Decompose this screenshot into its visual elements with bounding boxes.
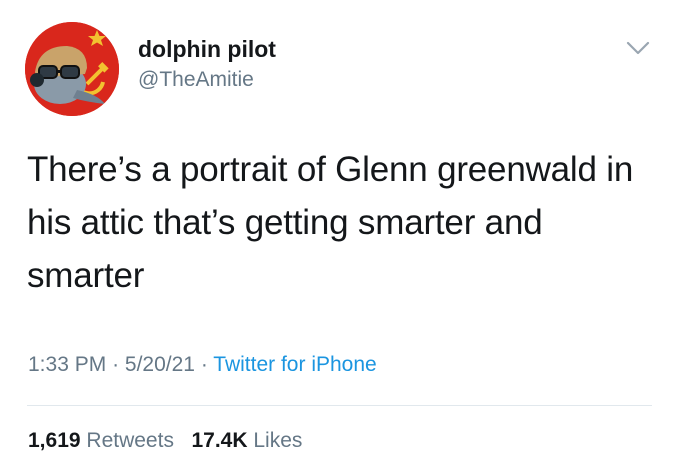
likes-label: Likes xyxy=(253,429,303,452)
more-options-button[interactable] xyxy=(624,38,652,58)
tweet-meta: 1:33 PM · 5/20/21 · Twitter for iPhone xyxy=(28,352,377,378)
meta-separator: · xyxy=(200,353,208,376)
tweet-source-link[interactable]: Twitter for iPhone xyxy=(213,353,376,376)
meta-separator: · xyxy=(112,353,120,376)
retweets-count: 1,619 xyxy=(28,429,81,452)
dolphin-pilot-avatar-icon xyxy=(25,22,119,116)
tweet-time[interactable]: 1:33 PM xyxy=(28,353,106,376)
retweets-stat[interactable]: 1,619 Retweets xyxy=(28,429,180,452)
divider xyxy=(27,405,652,406)
tweet-text: There’s a portrait of Glenn greenwald in… xyxy=(27,150,634,295)
tweet-date[interactable]: 5/20/21 xyxy=(125,353,195,376)
likes-stat[interactable]: 17.4K Likes xyxy=(191,429,302,452)
avatar[interactable] xyxy=(25,22,119,116)
tweet-card: dolphin pilot @TheAmitie There’s a portr… xyxy=(0,0,680,470)
retweets-label: Retweets xyxy=(86,429,174,452)
author-block: dolphin pilot @TheAmitie xyxy=(138,36,276,92)
user-handle[interactable]: @TheAmitie xyxy=(138,68,276,92)
likes-count: 17.4K xyxy=(191,429,248,452)
tweet-stats: 1,619 Retweets 17.4K Likes xyxy=(28,428,302,454)
chevron-down-icon xyxy=(626,41,650,55)
display-name[interactable]: dolphin pilot xyxy=(138,36,276,62)
